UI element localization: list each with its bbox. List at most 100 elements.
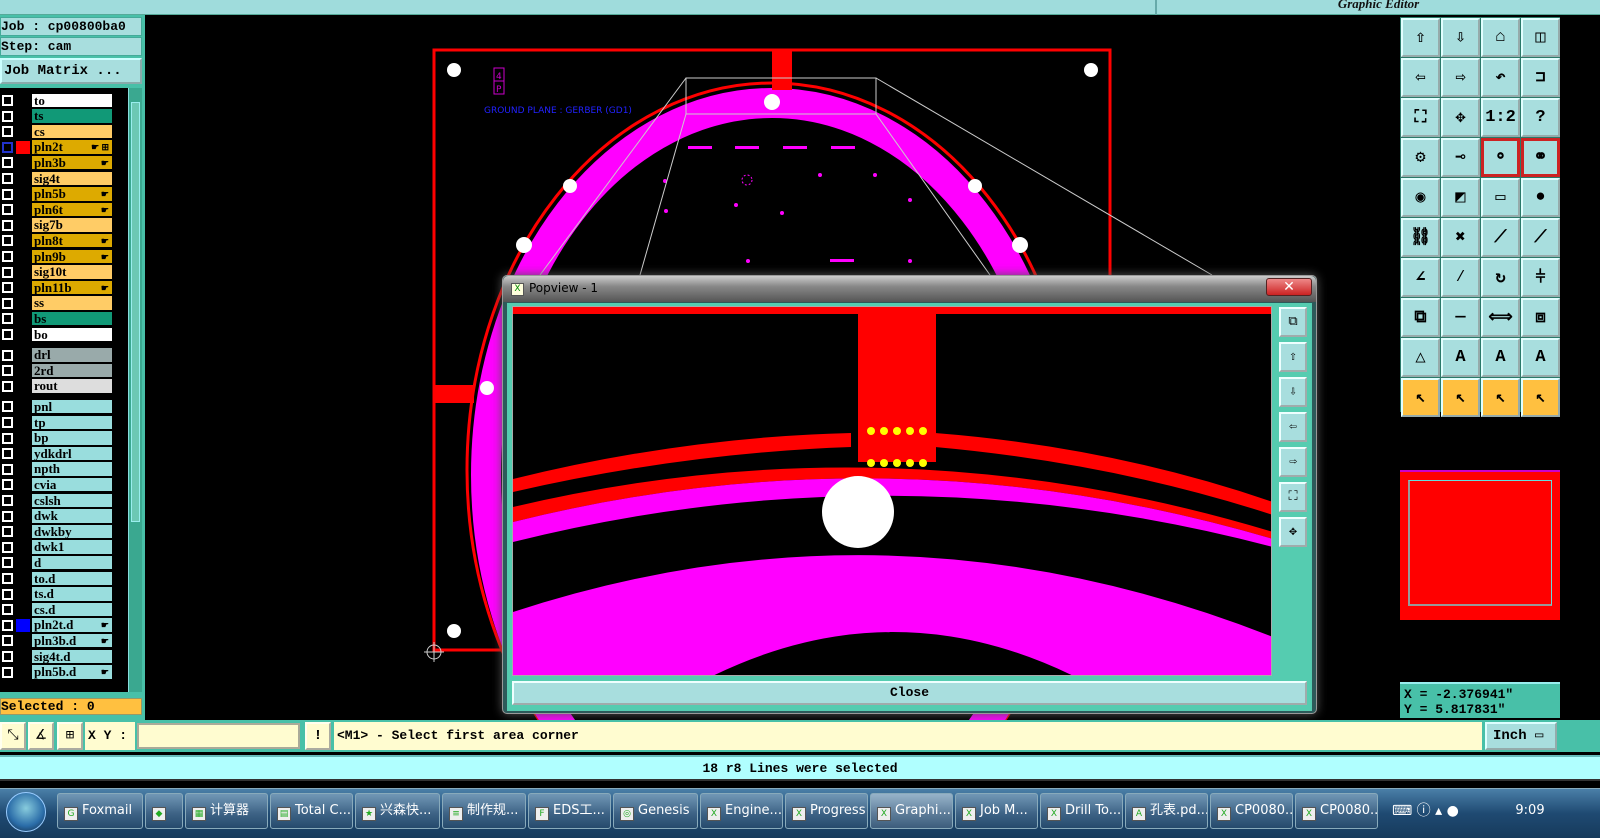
layer-row[interactable]: sig4t [0, 171, 128, 187]
layer-name[interactable]: cs.d [32, 602, 112, 618]
layer-checkbox[interactable] [2, 479, 13, 491]
pointer-route-icon[interactable]: ↖ [1521, 378, 1560, 417]
layer-checkbox[interactable] [2, 173, 13, 184]
pointer-circle-icon[interactable]: ↖ [1481, 378, 1520, 417]
layer-checkbox[interactable] [2, 110, 13, 122]
layer-checkbox[interactable] [2, 463, 13, 475]
zoom-center-icon[interactable]: ✥ [1441, 98, 1480, 137]
popview-canvas[interactable] [512, 306, 1272, 676]
layer-row[interactable]: bp [0, 431, 128, 447]
layer-row[interactable]: dwk1 [0, 540, 128, 556]
layer-row[interactable]: rout [0, 379, 128, 395]
layer-name[interactable]: pln3b.d ☛ [32, 633, 112, 649]
layer-checkbox[interactable] [2, 573, 13, 584]
layer-name[interactable]: bp [32, 431, 112, 446]
layer-row[interactable]: ss [0, 296, 128, 312]
layer-row[interactable]: dwkby [0, 524, 128, 540]
taskbar-item[interactable]: F EDS工... [528, 793, 611, 829]
layer-row[interactable]: pln2t.d ☛ [0, 618, 128, 634]
zoom-fit-icon[interactable]: ⛶ [1401, 98, 1440, 137]
move-down-icon[interactable]: ⇩ [1441, 18, 1480, 57]
layer-checkbox[interactable] [2, 526, 13, 538]
taskbar-item[interactable]: ≡ 制作规... [442, 793, 526, 829]
layer-name[interactable]: sig7b [32, 218, 112, 233]
slash-icon[interactable]: ⁄ [1441, 258, 1480, 297]
layer-checkbox[interactable] [2, 313, 13, 325]
angle-snap-icon[interactable]: ∡ [28, 722, 54, 750]
copy-icon[interactable]: ⧉ [1401, 298, 1440, 337]
layer-name[interactable]: d [32, 555, 112, 571]
layer-checkbox[interactable] [2, 588, 13, 600]
xy-input[interactable] [137, 723, 300, 749]
layer-checkbox[interactable] [2, 557, 13, 569]
layer-checkbox[interactable] [2, 541, 13, 553]
mirror-icon[interactable]: ⫩ [1521, 258, 1560, 297]
layer-name[interactable]: rout [32, 379, 112, 394]
layer-row[interactable]: pln3b ☛ [0, 155, 128, 171]
layer-checkbox[interactable] [2, 235, 13, 247]
pan-left-icon[interactable]: ⇦ [1279, 412, 1307, 442]
layer-row[interactable]: cslsh [0, 493, 128, 509]
settings-icon[interactable]: ⚙ [1401, 138, 1440, 177]
layer-name[interactable]: dwk1 [32, 540, 112, 555]
taskbar-item[interactable]: ▤ Total C... [270, 793, 353, 829]
fit-icon[interactable]: ⛶ [1279, 482, 1307, 512]
layer-name[interactable]: ss [32, 296, 112, 311]
job-matrix-button[interactable]: Job Matrix ... [0, 58, 142, 84]
spacing-icon[interactable]: ⟺ [1481, 298, 1520, 337]
scrollbar-thumb[interactable] [131, 102, 140, 522]
layer-checkbox[interactable] [2, 251, 13, 262]
units-button[interactable]: Inch ▭ [1485, 722, 1557, 750]
undo-view-icon[interactable]: ↶ [1481, 58, 1520, 97]
layer-name[interactable]: cs [32, 124, 112, 140]
taskbar-item[interactable]: X Drill To... [1040, 793, 1123, 829]
layer-name[interactable]: pln2t ☛ ⊞ [32, 140, 112, 155]
layer-checkbox[interactable] [2, 604, 13, 616]
start-button[interactable] [6, 792, 46, 832]
line-icon[interactable]: ⟋ [1481, 218, 1520, 257]
snap-icon[interactable]: ⊸ [1441, 138, 1480, 177]
net-icon[interactable]: ⚬ [1481, 138, 1520, 177]
layer-name[interactable]: pln2t.d ☛ [32, 618, 112, 633]
layer-checkbox[interactable] [2, 95, 13, 106]
layer-row[interactable]: sig7b [0, 218, 128, 234]
pan-right-icon[interactable]: ⇨ [1279, 447, 1307, 477]
layer-checkbox[interactable] [2, 204, 13, 216]
circle-icon[interactable]: ● [1521, 178, 1560, 217]
layer-row[interactable]: cs.d [0, 602, 128, 618]
layer-checkbox[interactable] [2, 297, 13, 309]
layer-name[interactable]: ts.d [32, 587, 112, 602]
layer-checkbox[interactable] [2, 666, 13, 678]
taskbar-item[interactable]: ▦ 计算器 [185, 793, 268, 829]
layer-row[interactable]: pln9b ☛ [0, 249, 128, 265]
layer-checkbox[interactable] [2, 141, 13, 153]
layer-row[interactable]: pln6t ☛ [0, 202, 128, 218]
layer-checkbox[interactable] [2, 266, 13, 278]
layer-name[interactable]: ts [32, 109, 112, 124]
layer-checkbox[interactable] [2, 495, 13, 506]
layer-name[interactable]: pnl [32, 399, 112, 415]
shapes-icon[interactable]: ⧈ [1521, 298, 1560, 337]
pad-icon[interactable]: ◉ [1401, 178, 1440, 217]
pan-up-icon[interactable]: ⇧ [1279, 342, 1307, 372]
layer-row[interactable]: pln5b.d ☛ [0, 665, 128, 681]
layer-row[interactable]: bs [0, 311, 128, 327]
taskbar-item[interactable]: X CP0080... [1295, 793, 1378, 829]
center-icon[interactable]: ✥ [1279, 517, 1307, 547]
layer-checkbox[interactable] [2, 329, 13, 340]
line-h-icon[interactable]: — [1441, 298, 1480, 337]
taskbar-item[interactable]: ★ 兴森快... [355, 793, 440, 829]
layer-list-scrollbar[interactable] [128, 88, 142, 692]
layer-name[interactable]: to [32, 93, 112, 108]
layer-name[interactable]: bo [32, 327, 112, 342]
redraw-icon[interactable]: ⊐ [1521, 58, 1560, 97]
layer-row[interactable]: to.d [0, 571, 128, 587]
taskbar-item[interactable]: X Engine... [700, 793, 783, 829]
layer-name[interactable]: to.d [32, 571, 112, 586]
layer-name[interactable]: pln5b ☛ [32, 187, 112, 202]
grid-icon[interactable]: ⊞ [57, 722, 83, 750]
layer-row[interactable]: cs [0, 124, 128, 140]
layer-name[interactable]: ydkdrl [32, 446, 112, 462]
layer-name[interactable]: npth [32, 462, 112, 477]
panel-right-icon[interactable]: ◫ [1521, 18, 1560, 57]
